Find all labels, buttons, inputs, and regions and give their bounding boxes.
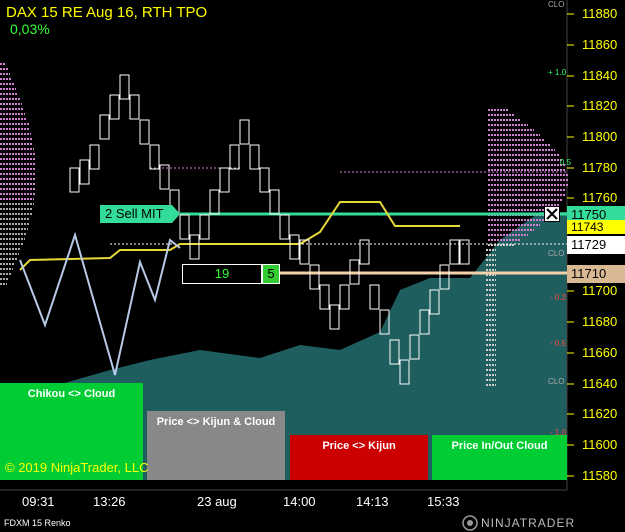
x-tick-label: 13:26 xyxy=(93,494,126,509)
level-minus-05: - 0.5 xyxy=(550,339,567,348)
x-tick-label: 23 aug xyxy=(197,494,237,509)
y-tick-label: 11840 xyxy=(582,68,618,83)
chart-title: DAX 15 RE Aug 16, RTH TPO xyxy=(6,4,208,21)
renko-bar xyxy=(279,214,290,240)
renko-bar xyxy=(79,159,90,185)
renko-bar xyxy=(159,164,170,190)
renko-bar xyxy=(149,144,160,170)
renko-bar xyxy=(309,264,320,290)
instrument-label: FDXM 15 Renko xyxy=(4,518,71,528)
sell-mit-order-tag[interactable]: 2 Sell MIT xyxy=(100,205,180,223)
renko-bar xyxy=(129,94,140,120)
position-quantity: 19 xyxy=(214,266,230,281)
y-tick-label: 11580 xyxy=(582,468,618,483)
y-tick-label: 11860 xyxy=(582,37,618,52)
renko-bar xyxy=(209,189,220,215)
inout-cloud-panel: Price In/Out Cloud xyxy=(432,435,567,480)
close-order-icon[interactable] xyxy=(544,206,560,222)
y-tick-label: 11760 xyxy=(582,190,618,205)
close-icon xyxy=(546,208,558,220)
position-count: 5 xyxy=(267,266,275,281)
renko-bar xyxy=(179,214,190,240)
renko-bar xyxy=(259,167,270,193)
clo-label: CLO xyxy=(548,249,565,258)
renko-bar xyxy=(329,304,340,330)
renko-bar xyxy=(89,144,100,170)
renko-bar xyxy=(109,94,120,120)
copyright-text: © 2019 NinjaTrader, LLC xyxy=(5,460,149,475)
renko-bar xyxy=(99,114,110,140)
renko-bar xyxy=(229,144,240,170)
y-tick-label: 11620 xyxy=(582,406,618,421)
renko-bar xyxy=(189,234,200,260)
y-tick-label: 11820 xyxy=(582,98,618,113)
level-plus-1: + 1.0 xyxy=(548,68,567,77)
renko-bar xyxy=(239,119,250,145)
renko-bar xyxy=(249,144,260,170)
x-tick-label: 09:31 xyxy=(22,494,55,509)
ninjatrader-logo-icon xyxy=(462,515,478,531)
x-tick-label: 14:00 xyxy=(283,494,316,509)
position-size-box[interactable]: 19 xyxy=(182,264,262,284)
price-marker-kijun: 11743 xyxy=(567,220,625,234)
kijun-line xyxy=(19,201,460,271)
y-tick-label: 11880 xyxy=(582,6,618,21)
renko-bar xyxy=(319,284,330,310)
y-tick-label: 11640 xyxy=(582,376,618,391)
clo-label: CLO xyxy=(548,377,565,386)
y-tick-label: 11600 xyxy=(582,437,618,452)
x-tick-label: 15:33 xyxy=(427,494,460,509)
y-tick-label: 11680 xyxy=(582,314,618,329)
renko-bar xyxy=(369,284,380,310)
level-minus-02: - 0.2 xyxy=(550,293,567,302)
kijun-panel: Price <> Kijun xyxy=(290,435,428,480)
price-marker-last: 11729 xyxy=(567,236,625,254)
chikou-line xyxy=(19,231,181,376)
x-tick-label: 14:13 xyxy=(356,494,389,509)
y-tick-label: 11780 xyxy=(582,160,618,175)
renko-bar xyxy=(269,189,280,215)
level-plus-half: 0.5 xyxy=(560,158,572,167)
y-tick-label: 11660 xyxy=(582,345,618,360)
ninjatrader-brand-text: NINJATRADER xyxy=(481,516,576,530)
y-tick-label: 11700 xyxy=(582,283,618,298)
renko-bar xyxy=(199,214,210,240)
renko-bar xyxy=(139,119,150,145)
renko-bar xyxy=(69,167,80,193)
price-marker-position: 11710 xyxy=(567,265,625,283)
y-tick-label: 11800 xyxy=(582,129,618,144)
kijun-cloud-panel: Price <> Kijun & Cloud xyxy=(147,411,285,480)
renko-bar xyxy=(119,74,130,100)
position-count-box[interactable]: 5 xyxy=(262,264,280,284)
percent-change: 0,03% xyxy=(10,21,50,37)
renko-bar xyxy=(289,234,300,260)
renko-bar xyxy=(219,167,230,193)
order-tag-label: 2 Sell MIT xyxy=(105,206,164,221)
clo-label: CLO xyxy=(548,0,565,9)
renko-bar xyxy=(339,284,350,310)
